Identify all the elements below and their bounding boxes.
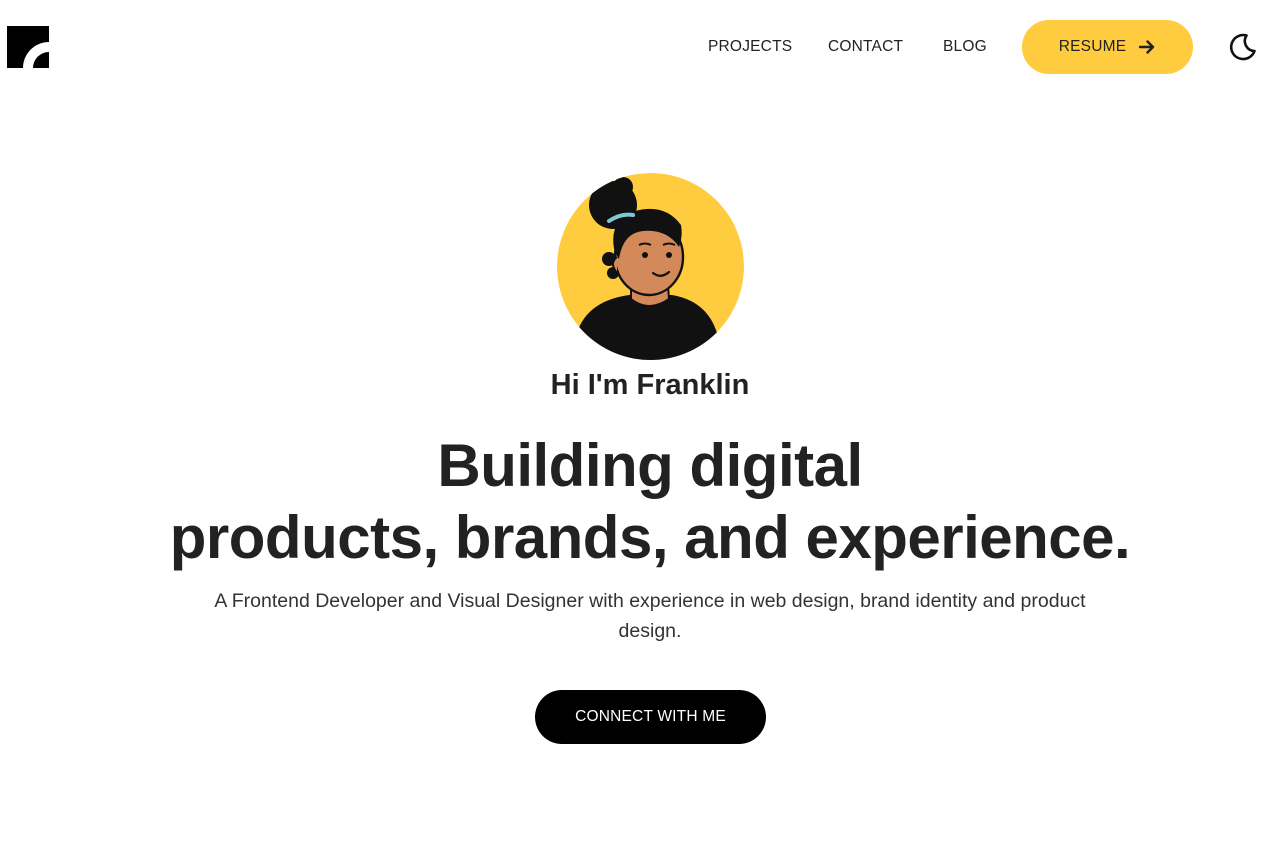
avatar [557,173,744,360]
connect-button-label: CONNECT WITH ME [575,708,726,725]
page: PROJECTS CONTACT BLOG RESUME Hi I'm Fran… [0,0,1267,864]
site-header: PROJECTS CONTACT BLOG RESUME [0,0,1267,95]
headline-line-2: products, brands, and experience. [169,504,1131,571]
connect-with-me-button[interactable]: CONNECT WITH ME [535,690,766,744]
nav-link-blog[interactable]: BLOG [943,38,987,56]
headline: Building digital products, brands, and e… [0,430,1267,574]
headline-line-1: Building digital [437,432,863,499]
brand-logo-icon[interactable] [7,26,49,68]
resume-button-label: RESUME [1058,38,1127,55]
moon-icon[interactable] [1226,31,1258,63]
greeting: Hi I'm Franklin [550,369,750,401]
arrow-right-icon [1138,38,1156,56]
nav-link-contact[interactable]: CONTACT [828,38,903,56]
resume-button[interactable]: RESUME [1022,20,1193,74]
subtitle: A Frontend Developer and Visual Designer… [214,590,1086,642]
nav-link-projects[interactable]: PROJECTS [708,38,792,56]
